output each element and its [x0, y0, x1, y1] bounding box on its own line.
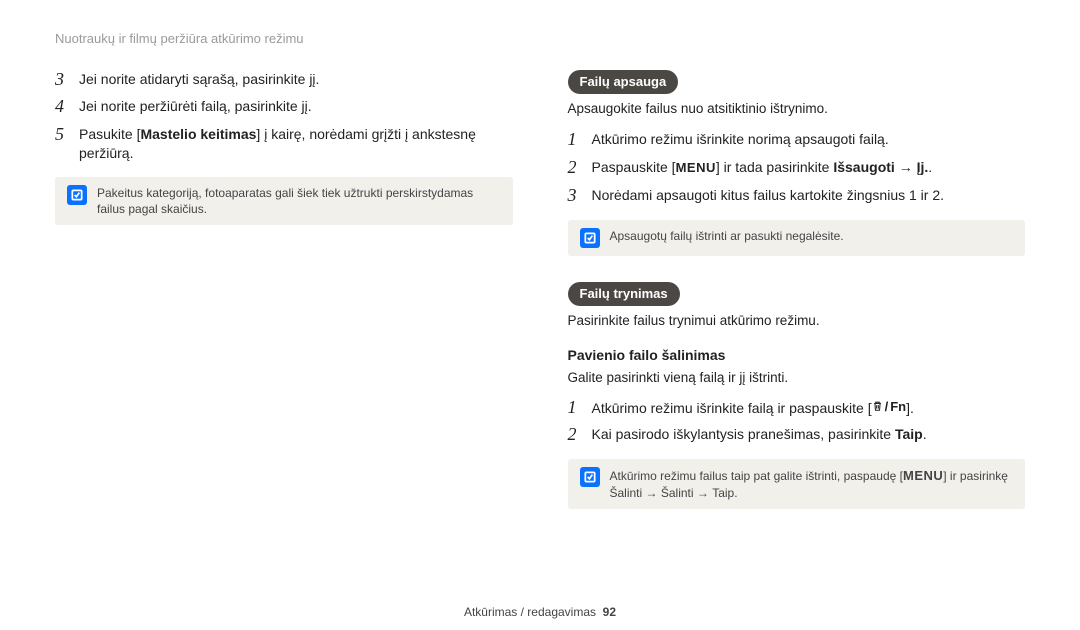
- step-text-pre: Paspauskite [: [592, 159, 676, 175]
- note-box: Pakeitus kategoriją, fotoaparatas gali š…: [55, 177, 513, 225]
- step-text-bold: Mastelio keitimas: [140, 126, 256, 142]
- step-number: 1: [568, 398, 582, 418]
- step-text: Pasukite [Mastelio keitimas] į kairę, no…: [79, 125, 513, 163]
- step-number: 3: [55, 70, 69, 90]
- fn-label: Fn: [890, 398, 906, 416]
- running-header: Nuotraukų ir filmų peržiūra atkūrimo rež…: [55, 30, 1025, 48]
- step-item: 2 Kai pasirodo iškylantysis pranešimas, …: [568, 425, 1026, 445]
- note-box: Apsaugotų failų ištrinti ar pasukti nega…: [568, 220, 1026, 256]
- section-heading-pill: Failų trynimas: [568, 282, 680, 307]
- step-item: 1 Atkūrimo režimu išrinkite failą ir pas…: [568, 398, 1026, 418]
- left-column: 3 Jei norite atidaryti sąrašą, pasirinki…: [55, 70, 513, 509]
- right-column: Failų apsauga Apsaugokite failus nuo ats…: [568, 70, 1026, 509]
- step-text-bold: Taip: [895, 426, 923, 442]
- document-page: Nuotraukų ir filmų peržiūra atkūrimo rež…: [0, 0, 1080, 630]
- note-text-post: .: [734, 486, 737, 500]
- step-item: 2 Paspauskite [MENU] ir tada pasirinkite…: [568, 158, 1026, 178]
- section-description: Apsaugokite failus nuo atsitiktinio ištr…: [568, 100, 1026, 118]
- menu-button-label: MENU: [903, 467, 943, 485]
- step-number: 1: [568, 130, 582, 150]
- note-text-mid: ] ir pasirinkę: [943, 469, 1008, 483]
- note-icon: [580, 467, 600, 487]
- arrow-icon: →: [642, 486, 661, 500]
- step-text-pre: Atkūrimo režimu išrinkite failą ir paspa…: [592, 399, 872, 415]
- trash-icon: [872, 400, 883, 412]
- spacer: [568, 256, 1026, 282]
- note-text-pre: Atkūrimo režimu failus taip pat galite i…: [610, 469, 903, 483]
- step-text: Paspauskite [MENU] ir tada pasirinkite I…: [592, 158, 933, 177]
- section-file-deletion: Failų trynimas Pasirinkite failus trynim…: [568, 282, 1026, 509]
- page-footer: Atkūrimas / redagavimas 92: [0, 604, 1080, 620]
- menu-button-label: MENU: [676, 159, 716, 177]
- note-icon: [580, 228, 600, 248]
- step-text-pre: Kai pasirodo iškylantysis pranešimas, pa…: [592, 426, 895, 442]
- step-text: Atkūrimo režimu išrinkite failą ir paspa…: [592, 398, 914, 418]
- arrow-icon: →: [895, 159, 917, 175]
- step-text-mid: ] ir tada pasirinkite: [716, 159, 834, 175]
- step-text-post: .: [928, 159, 932, 175]
- note-bold-1: Šalinti: [610, 486, 643, 500]
- step-text: Kai pasirodo iškylantysis pranešimas, pa…: [592, 425, 927, 444]
- step-text-post: .: [923, 426, 927, 442]
- step-text: Atkūrimo režimu išrinkite norimą apsaugo…: [592, 130, 889, 149]
- step-item: 5 Pasukite [Mastelio keitimas] į kairę, …: [55, 125, 513, 163]
- note-box: Atkūrimo režimu failus taip pat galite i…: [568, 459, 1026, 509]
- step-text: Jei norite peržiūrėti failą, pasirinkite…: [79, 97, 312, 116]
- two-column-layout: 3 Jei norite atidaryti sąrašą, pasirinki…: [55, 70, 1025, 509]
- section-heading-pill: Failų apsauga: [568, 70, 679, 95]
- step-text: Jei norite atidaryti sąrašą, pasirinkite…: [79, 70, 319, 89]
- step-item: 1 Atkūrimo režimu išrinkite norimą apsau…: [568, 130, 1026, 150]
- section-file-protection: Failų apsauga Apsaugokite failus nuo ats…: [568, 70, 1026, 256]
- note-text: Atkūrimo režimu failus taip pat galite i…: [610, 467, 1014, 501]
- note-bold-3: Taip: [712, 486, 734, 500]
- step-number: 5: [55, 125, 69, 145]
- step-text-bold: Išsaugoti: [833, 159, 894, 175]
- step-text: Norėdami apsaugoti kitus failus kartokit…: [592, 186, 945, 205]
- note-bold-2: Šalinti: [661, 486, 694, 500]
- footer-chapter: Atkūrimas / redagavimas: [464, 605, 596, 619]
- footer-page-number: 92: [603, 605, 616, 619]
- fn-button-icon: /Fn: [872, 398, 907, 416]
- step-item: 4 Jei norite peržiūrėti failą, pasirinki…: [55, 97, 513, 117]
- step-number: 2: [568, 425, 582, 445]
- step-text-bold-2: Įj.: [917, 159, 929, 175]
- step-text-post: ].: [906, 399, 914, 415]
- note-text: Pakeitus kategoriją, fotoaparatas gali š…: [97, 185, 501, 217]
- step-number: 3: [568, 186, 582, 206]
- step-text-pre: Pasukite [: [79, 126, 140, 142]
- step-number: 4: [55, 97, 69, 117]
- subsection-heading: Pavienio failo šalinimas: [568, 346, 1026, 365]
- note-text: Apsaugotų failų ištrinti ar pasukti nega…: [610, 228, 1014, 244]
- step-item: 3 Jei norite atidaryti sąrašą, pasirinki…: [55, 70, 513, 90]
- note-icon: [67, 185, 87, 205]
- step-number: 2: [568, 158, 582, 178]
- step-item: 3 Norėdami apsaugoti kitus failus kartok…: [568, 186, 1026, 206]
- arrow-icon: →: [694, 486, 713, 500]
- subsection-description: Galite pasirinkti vieną failą ir jį ištr…: [568, 369, 1026, 387]
- section-description: Pasirinkite failus trynimui atkūrimo rež…: [568, 312, 1026, 330]
